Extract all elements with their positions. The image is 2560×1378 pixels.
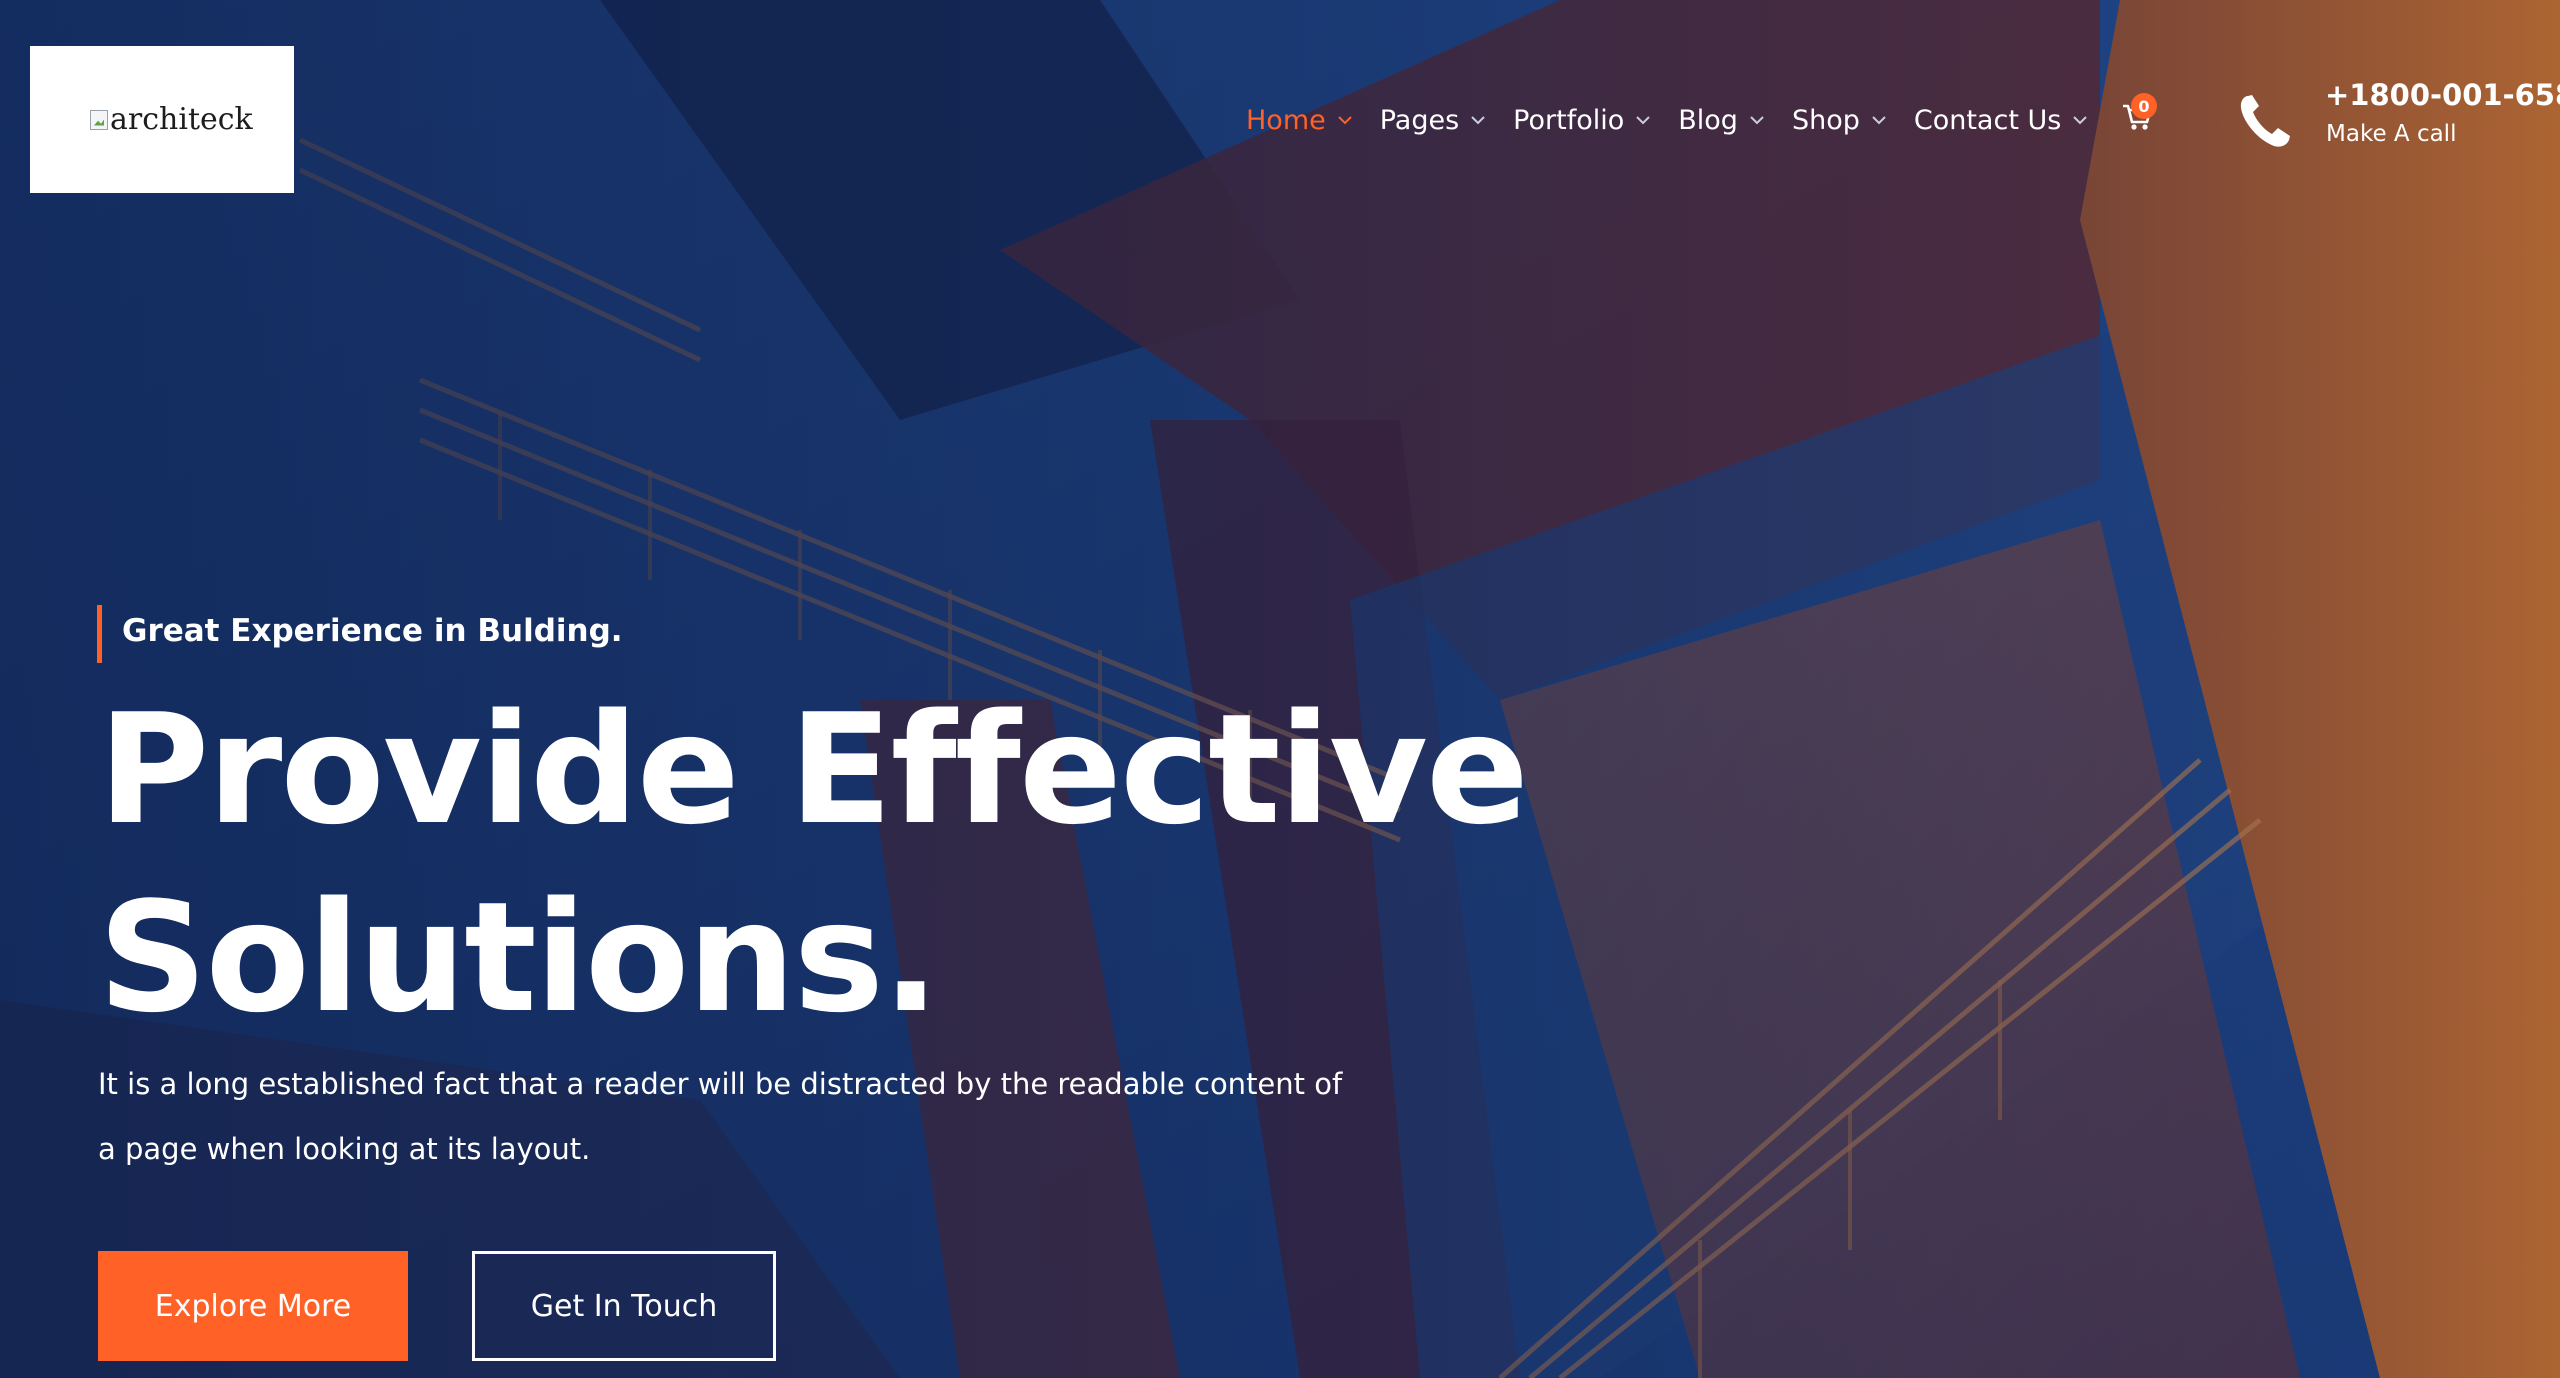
phone-icon[interactable] — [2236, 92, 2294, 152]
hero-section: architeck Home Pages Portfolio Blog Shop… — [0, 0, 2560, 1378]
chevron-down-icon — [1471, 113, 1485, 127]
nav-item-label: Blog — [1678, 104, 1738, 136]
chevron-down-icon — [1750, 113, 1764, 127]
chevron-down-icon — [1636, 113, 1650, 127]
get-in-touch-button[interactable]: Get In Touch — [472, 1251, 776, 1361]
nav-item-pages[interactable]: Pages — [1380, 105, 1485, 136]
hero-headline-line-2: Solutions. — [98, 869, 940, 1046]
chevron-down-icon — [1872, 113, 1886, 127]
phone-number[interactable]: +1800-001-658 — [2325, 78, 2560, 112]
broken-image-icon — [90, 109, 108, 130]
nav-item-portfolio[interactable]: Portfolio — [1513, 105, 1650, 136]
hero-headline: Provide Effective Solutions. — [98, 676, 1529, 1052]
logo-alt-text: architeck — [110, 102, 253, 137]
nav-item-contact-us[interactable]: Contact Us — [1913, 104, 2088, 136]
nav-item-label: Portfolio — [1513, 104, 1625, 136]
logo[interactable]: architeck — [90, 102, 253, 137]
main-nav: Home Pages Portfolio Blog Shop Contact U… — [1246, 98, 2115, 142]
cart-count-badge: 0 — [2131, 93, 2157, 119]
hero-tagline: Great Experience in Bulding. — [122, 613, 623, 649]
logo-box[interactable]: architeck — [30, 46, 294, 193]
explore-more-button[interactable]: Explore More — [98, 1251, 408, 1361]
nav-item-home[interactable]: Home — [1246, 105, 1352, 136]
nav-item-shop[interactable]: Shop — [1792, 105, 1886, 136]
hero-description: It is a long established fact that a rea… — [98, 1067, 1343, 1166]
nav-item-label: Home — [1246, 104, 1326, 136]
tagline-accent-bar — [97, 605, 102, 663]
chevron-down-icon — [1338, 113, 1352, 127]
nav-item-blog[interactable]: Blog — [1678, 105, 1764, 136]
chevron-down-icon — [2073, 113, 2088, 127]
hero-headline-line-1: Provide Effective — [98, 681, 1529, 858]
nav-item-label: Pages — [1379, 104, 1460, 136]
nav-item-label: Shop — [1791, 104, 1860, 136]
nav-item-label: Contact Us — [1913, 104, 2062, 136]
phone-subtitle: Make A call — [2326, 121, 2457, 147]
